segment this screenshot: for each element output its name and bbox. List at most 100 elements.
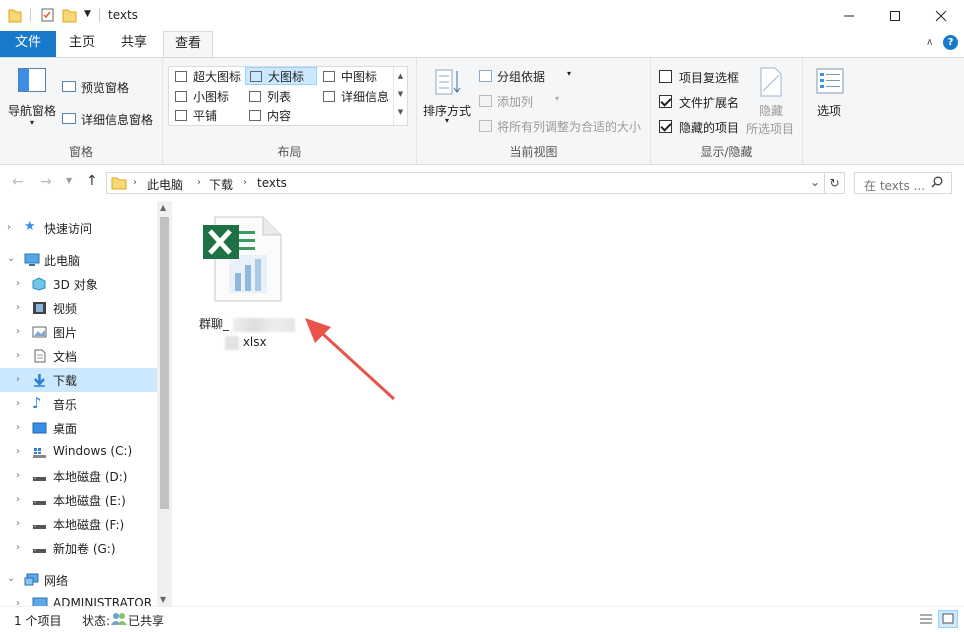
chevron-down-icon[interactable]: ▼ [160, 595, 166, 604]
nav-pane-button[interactable]: 导航窗格 ▾ [6, 66, 58, 128]
sidebar-item-drive-d[interactable]: › 本地磁盘 (D:) [0, 464, 157, 488]
tab-file[interactable]: 文件 [0, 31, 56, 57]
chevron-up-icon[interactable]: ∧ [926, 37, 933, 48]
gallery-scroll[interactable]: ▲ ▼ ▼ [393, 67, 407, 125]
chevron-right-icon[interactable]: › [16, 518, 20, 529]
breadcrumb-texts[interactable]: texts [257, 176, 287, 190]
options-button[interactable]: 选项 [808, 66, 852, 130]
tab-home[interactable]: 主页 [58, 31, 106, 57]
chevron-right-icon[interactable]: › [16, 302, 20, 313]
sidebar-scrollbar[interactable]: ▲ ▼ [157, 201, 172, 606]
help-icon[interactable]: ? [943, 35, 958, 50]
chevron-right-icon[interactable]: › [16, 470, 20, 481]
item-checkboxes-toggle[interactable]: 项目复选框 [659, 68, 749, 86]
layout-large-icons[interactable]: 大图标 [245, 67, 317, 85]
refresh-button[interactable]: ↻ [825, 172, 845, 194]
chevron-up-icon[interactable]: ▲ [394, 67, 407, 85]
sidebar-item-downloads[interactable]: › 下载 [0, 368, 157, 392]
sidebar-item-3d-objects[interactable]: › 3D 对象 [0, 272, 157, 296]
maximize-button[interactable] [872, 0, 918, 31]
tab-view[interactable]: 查看 [163, 31, 213, 58]
tab-share[interactable]: 共享 [110, 31, 158, 57]
hidden-items-toggle[interactable]: 隐藏的项目 [659, 118, 749, 136]
sidebar-item-drive-c[interactable]: › Windows (C:) [0, 440, 157, 464]
current-view-group: 排序方式 ▾ 分组依据 ▾ 添加列 ▾ 将所有列调整为合适的大小 当前视图 [417, 58, 651, 164]
file-list: 群聊_ xlsx [172, 201, 964, 606]
sidebar-item-this-pc[interactable]: ⌄ 此电脑 [0, 248, 157, 272]
search-input[interactable]: 在 texts ... [864, 177, 925, 194]
sidebar-item-label: 本地磁盘 (F:) [53, 518, 125, 532]
sidebar-item-pictures[interactable]: › 图片 [0, 320, 157, 344]
chevron-right-icon[interactable]: › [16, 398, 20, 409]
recent-locations-icon[interactable]: ▼ [66, 176, 72, 185]
properties-icon[interactable] [40, 7, 56, 26]
chevron-right-icon[interactable]: › [243, 177, 247, 188]
address-bar[interactable]: › 此电脑 › 下载 › texts ⌄ [106, 172, 825, 194]
breadcrumb-this-pc[interactable]: 此电脑 [147, 176, 183, 193]
chevron-down-icon[interactable]: ⌄ [7, 253, 15, 264]
chevron-right-icon[interactable]: › [7, 222, 11, 233]
sidebar-item-documents[interactable]: › 文档 [0, 344, 157, 368]
search-box[interactable]: 在 texts ... [854, 172, 952, 194]
close-button[interactable] [918, 0, 964, 31]
group-by-button[interactable]: 分组依据 ▾ [477, 67, 587, 85]
details-pane-button[interactable]: 详细信息窗格 [62, 110, 160, 128]
chevron-right-icon[interactable]: › [133, 177, 137, 188]
scrollbar-thumb[interactable] [160, 217, 169, 509]
chevron-down-icon[interactable]: ⌄ [810, 175, 820, 189]
layout-medium-icons[interactable]: 中图标 [319, 68, 391, 86]
file-extensions-toggle[interactable]: 文件扩展名 [659, 93, 749, 111]
customize-toolbar-icon[interactable]: ▼ [84, 9, 91, 19]
sidebar-item-administrator[interactable]: › ADMINISTRATOR [0, 592, 157, 606]
group-by-label: 分组依据 [497, 70, 546, 84]
forward-arrow-icon[interactable]: → [40, 174, 52, 190]
large-icons-view-icon[interactable] [938, 610, 958, 628]
layout-list[interactable]: 列表 [245, 88, 317, 106]
hidden-items-checkbox[interactable] [659, 120, 672, 133]
divider [99, 8, 100, 22]
chevron-down-icon[interactable]: ⌄ [7, 573, 15, 584]
layout-content[interactable]: 内容 [245, 107, 317, 125]
sidebar-item-quick-access[interactable]: › ★ 快速访问 [0, 216, 157, 240]
sort-by-button[interactable]: 排序方式 ▾ [421, 66, 473, 130]
layout-details[interactable]: 详细信息 [319, 88, 391, 106]
details-view-icon[interactable] [918, 612, 934, 629]
item-checkboxes-checkbox[interactable] [659, 70, 672, 83]
chevron-right-icon[interactable]: › [16, 326, 20, 337]
file-item[interactable]: 群聊_ xlsx [194, 211, 304, 350]
fit-columns-button[interactable]: 将所有列调整为合适的大小 [477, 117, 649, 135]
chevron-right-icon[interactable]: › [16, 494, 20, 505]
sidebar-item-drive-g[interactable]: › 新加卷 (G:) [0, 536, 157, 560]
chevron-right-icon[interactable]: › [16, 278, 20, 289]
minimize-button[interactable] [826, 0, 872, 31]
layout-extra-large-icons[interactable]: 超大图标 [171, 68, 243, 86]
chevron-right-icon[interactable]: › [16, 542, 20, 553]
preview-pane-button[interactable]: 预览窗格 [62, 78, 158, 96]
layout-tiles[interactable]: 平铺 [171, 107, 243, 125]
chevron-right-icon[interactable]: › [16, 422, 20, 433]
breadcrumb-downloads[interactable]: 下载 [209, 176, 233, 193]
new-folder-icon[interactable] [62, 7, 78, 26]
up-arrow-icon[interactable]: ↑ [86, 173, 98, 189]
sidebar-item-network[interactable]: ⌄ 网络 [0, 568, 157, 592]
chevron-up-icon[interactable]: ▲ [160, 203, 166, 212]
sidebar-item-videos[interactable]: › 视频 [0, 296, 157, 320]
back-arrow-icon[interactable]: ← [12, 174, 24, 190]
group-label: 显示/隐藏 [700, 145, 753, 159]
hide-selected-button[interactable]: 隐藏 所选项目 [743, 66, 799, 136]
file-extensions-checkbox[interactable] [659, 95, 672, 108]
expand-icon[interactable]: ▼ [394, 103, 407, 121]
add-column-button[interactable]: 添加列 ▾ [477, 92, 587, 110]
chevron-right-icon[interactable]: › [16, 350, 20, 361]
chevron-right-icon[interactable]: › [16, 446, 20, 457]
chevron-down-icon[interactable]: ▼ [394, 85, 407, 103]
sidebar-item-drive-e[interactable]: › 本地磁盘 (E:) [0, 488, 157, 512]
sidebar-item-desktop[interactable]: › 桌面 [0, 416, 157, 440]
sidebar-item-music[interactable]: › ♪ 音乐 [0, 392, 157, 416]
sidebar-item-drive-f[interactable]: › 本地磁盘 (F:) [0, 512, 157, 536]
nav-pane-icon [18, 68, 46, 92]
chevron-right-icon[interactable]: › [197, 177, 201, 188]
chevron-right-icon[interactable]: › [16, 598, 20, 606]
chevron-right-icon[interactable]: › [16, 374, 20, 385]
layout-small-icons[interactable]: 小图标 [171, 88, 243, 106]
